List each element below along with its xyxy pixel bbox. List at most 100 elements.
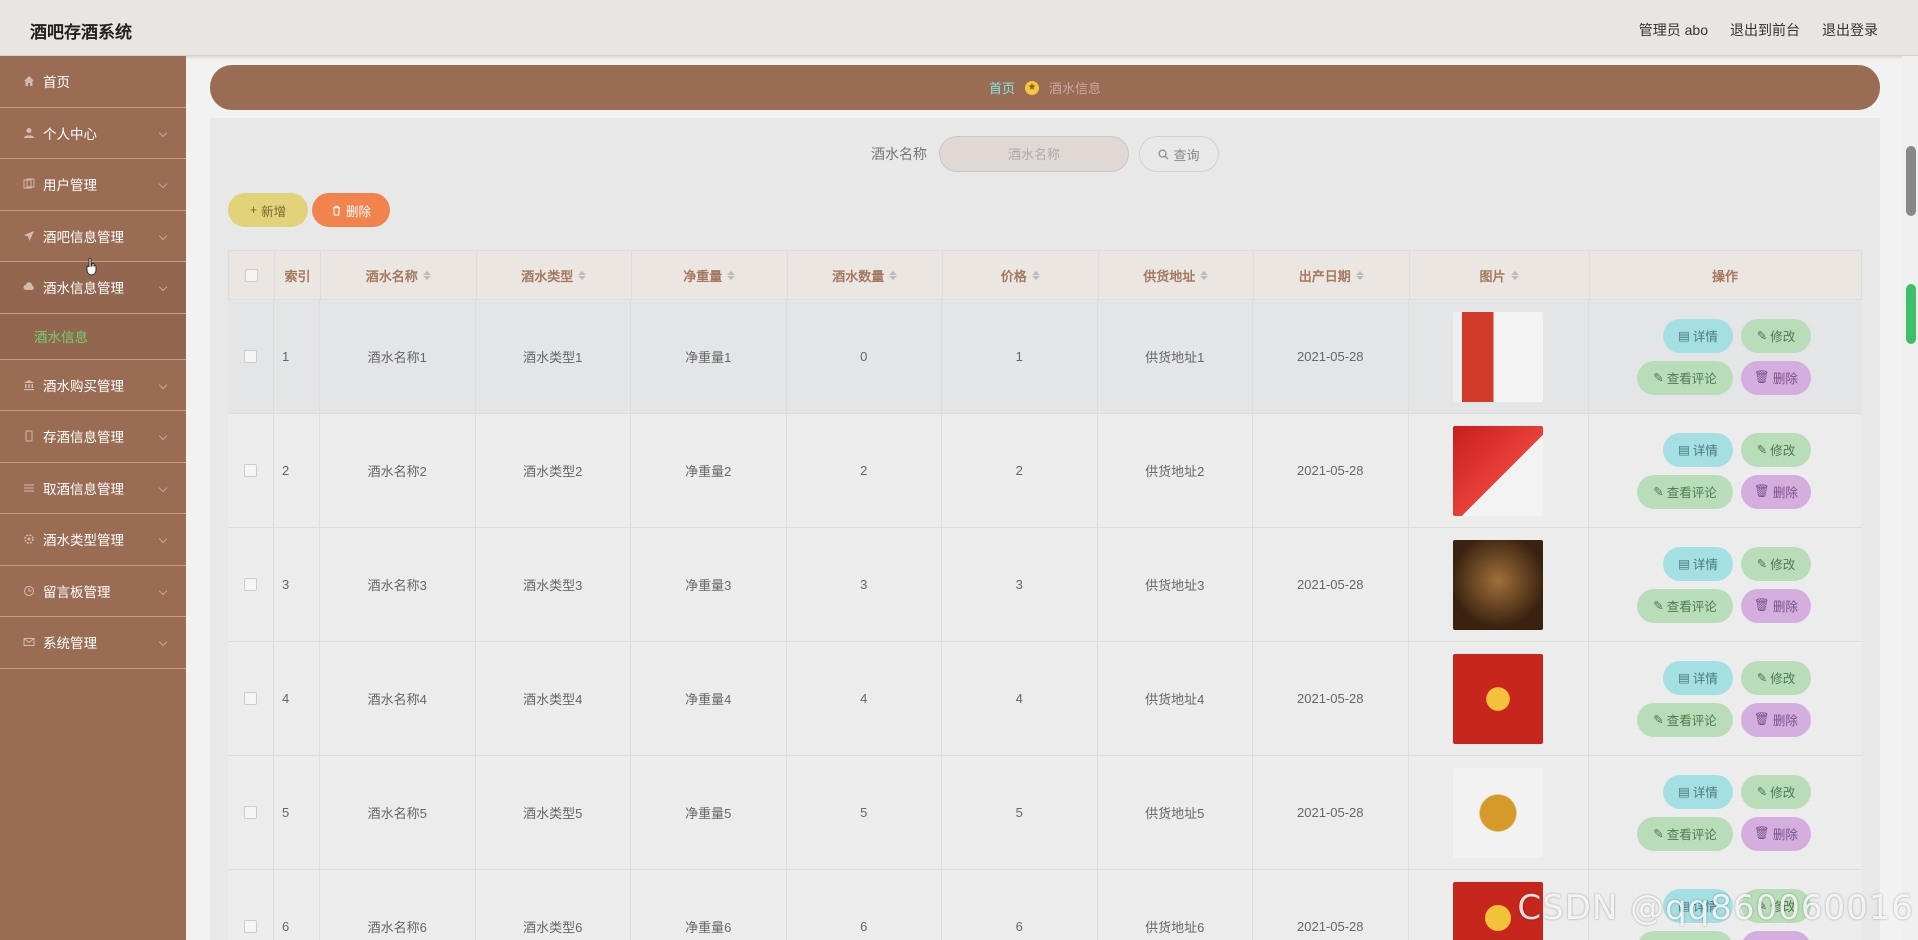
detail-button[interactable]: ▤ 详情 <box>1663 774 1733 809</box>
row-checkbox[interactable] <box>244 464 257 477</box>
cell-date: 2021-05-28 <box>1253 870 1409 940</box>
detail-button[interactable]: ▤ 详情 <box>1663 432 1733 467</box>
detail-label: 详情 <box>1692 444 1718 458</box>
sidebar-item-bar-info[interactable]: 酒吧信息管理 <box>0 211 186 262</box>
admin-label[interactable]: 管理员 abo <box>1639 20 1708 40</box>
scrollbar-thumb[interactable] <box>1906 146 1916 216</box>
delete-button[interactable]: 🗑删除 <box>1741 360 1811 395</box>
sidebar-item-withdraw[interactable]: 取酒信息管理 <box>0 463 186 514</box>
cell-date: 2021-05-28 <box>1253 300 1409 413</box>
back-to-front-link[interactable]: 退出到前台 <box>1730 20 1800 40</box>
search-bar: 酒水名称 查询 <box>210 136 1880 172</box>
cell-price: 1 <box>942 300 1098 413</box>
cell-addr: 供货地址3 <box>1098 528 1253 641</box>
breadcrumb-current: 酒水信息 <box>1049 81 1102 96</box>
drink-thumbnail[interactable] <box>1453 425 1543 516</box>
header-price[interactable]: 价格 <box>943 251 1099 299</box>
cell-img <box>1409 414 1589 527</box>
header-img[interactable]: 图片 <box>1410 251 1590 299</box>
add-button[interactable]: + 新增 <box>228 193 308 227</box>
cell-weight: 净重量4 <box>631 642 787 755</box>
view-reviews-button[interactable]: ✎查看评论 <box>1637 474 1733 509</box>
sidebar-subitem-drink-info[interactable]: 酒水信息 <box>0 313 186 360</box>
drink-thumbnail[interactable] <box>1453 767 1543 858</box>
row-checkbox[interactable] <box>244 578 257 591</box>
sort-icon <box>1031 270 1040 280</box>
view-reviews-button[interactable]: ✎查看评论 <box>1637 702 1733 737</box>
delete-button[interactable]: 🗑删除 <box>1741 702 1811 737</box>
table-row: 2 酒水名称2 酒水类型2 净重量2 2 2 供货地址2 2021-05-28 ▤ 详情 ✎ 修改… <box>228 414 1862 528</box>
search-input[interactable] <box>939 136 1129 172</box>
delete-button[interactable]: 🗑删除 <box>1741 816 1811 851</box>
cell-type: 酒水类型2 <box>476 414 631 527</box>
chevron-down-icon <box>158 283 168 292</box>
header-type[interactable]: 酒水类型 <box>477 251 632 299</box>
detail-button[interactable]: ▤ 详情 <box>1663 318 1733 353</box>
header-date[interactable]: 出产日期 <box>1254 251 1410 299</box>
cell-img <box>1409 300 1589 413</box>
edit-button[interactable]: ✎ 修改 <box>1741 546 1811 581</box>
drink-thumbnail[interactable] <box>1453 653 1543 744</box>
pencil-icon: ✎ <box>1756 329 1768 343</box>
search-button[interactable]: 查询 <box>1139 136 1219 172</box>
header-qty-label: 酒水数量 <box>832 268 885 284</box>
doc-icon: ▤ <box>1678 329 1690 343</box>
chevron-down-icon <box>158 231 168 240</box>
delete-button[interactable]: 🗑删除 <box>1741 588 1811 623</box>
detail-button[interactable]: ▤ 详情 <box>1663 546 1733 581</box>
edit-button[interactable]: ✎ 修改 <box>1741 432 1811 467</box>
batch-delete-button[interactable]: 删除 <box>312 193 390 227</box>
header-addr[interactable]: 供货地址 <box>1099 251 1254 299</box>
row-checkbox[interactable] <box>244 692 257 705</box>
sidebar-item-messages[interactable]: 留言板管理 <box>0 566 186 617</box>
table-row: 5 酒水名称5 酒水类型5 净重量5 5 5 供货地址5 2021-05-28 ▤ 详情 ✎ 修改… <box>228 756 1862 870</box>
delete-button[interactable]: 🗑删除 <box>1741 474 1811 509</box>
logout-link[interactable]: 退出登录 <box>1822 20 1878 40</box>
sidebar-item-purchase[interactable]: 酒水购买管理 <box>0 360 186 411</box>
trash-icon: 🗑 <box>1754 826 1770 840</box>
doc-icon: ▤ <box>1678 671 1690 685</box>
view-reviews-button[interactable]: ✎查看评论 <box>1637 588 1733 623</box>
doc-icon: ▤ <box>1678 557 1690 571</box>
review-label: 查看评论 <box>1666 600 1717 614</box>
cell-type: 酒水类型4 <box>476 642 631 755</box>
row-select-cell <box>228 528 274 641</box>
view-reviews-button[interactable]: ✎查看评论 <box>1637 816 1733 851</box>
sidebar-item-system[interactable]: 系统管理 <box>0 617 186 669</box>
search-icon <box>1158 149 1169 160</box>
edit-button[interactable]: ✎ 修改 <box>1741 660 1811 695</box>
sidebar-item-home[interactable]: 首页 <box>0 56 186 108</box>
breadcrumb-home[interactable]: 首页 <box>989 78 1015 97</box>
view-reviews-button[interactable]: ✎查看评论 <box>1637 360 1733 395</box>
view-reviews-button[interactable]: ✎查看评论 <box>1637 930 1733 940</box>
pencil-icon: ✎ <box>1756 671 1768 685</box>
sidebar-item-users[interactable]: 用户管理 <box>0 159 186 211</box>
cell-index: 3 <box>274 528 320 641</box>
drink-thumbnail[interactable] <box>1453 311 1543 402</box>
chevron-down-icon <box>158 432 168 441</box>
cell-addr: 供货地址1 <box>1098 300 1253 413</box>
header-weight[interactable]: 净重量 <box>632 251 788 299</box>
edit-label: 修改 <box>1770 330 1796 344</box>
select-all-checkbox[interactable] <box>245 268 258 282</box>
header-name[interactable]: 酒水名称 <box>321 251 477 299</box>
row-checkbox[interactable] <box>244 920 257 933</box>
row-checkbox[interactable] <box>244 350 257 363</box>
search-label: 酒水名称 <box>871 146 927 162</box>
edit-button[interactable]: ✎ 修改 <box>1741 318 1811 353</box>
sidebar-item-profile[interactable]: 个人中心 <box>0 108 186 159</box>
sidebar-item-storage[interactable]: 存酒信息管理 <box>0 411 186 463</box>
page-scrollbar[interactable] <box>1902 56 1918 940</box>
delete-button[interactable]: 🗑删除 <box>1741 930 1811 940</box>
delete-label: 删除 <box>1772 486 1798 500</box>
edit-button[interactable]: ✎ 修改 <box>1741 774 1811 809</box>
delete-button-label: 删除 <box>345 204 371 219</box>
sidebar-item-drink-types[interactable]: 酒水类型管理 <box>0 514 186 566</box>
row-checkbox[interactable] <box>244 806 257 819</box>
detail-button[interactable]: ▤ 详情 <box>1663 660 1733 695</box>
header-qty[interactable]: 酒水数量 <box>788 251 943 299</box>
table-row: 4 酒水名称4 酒水类型4 净重量4 4 4 供货地址4 2021-05-28 ▤ 详情 ✎ 修改… <box>228 642 1862 756</box>
cell-type: 酒水类型3 <box>476 528 631 641</box>
drink-thumbnail[interactable] <box>1453 539 1543 630</box>
pencil-icon: ✎ <box>1653 713 1664 727</box>
